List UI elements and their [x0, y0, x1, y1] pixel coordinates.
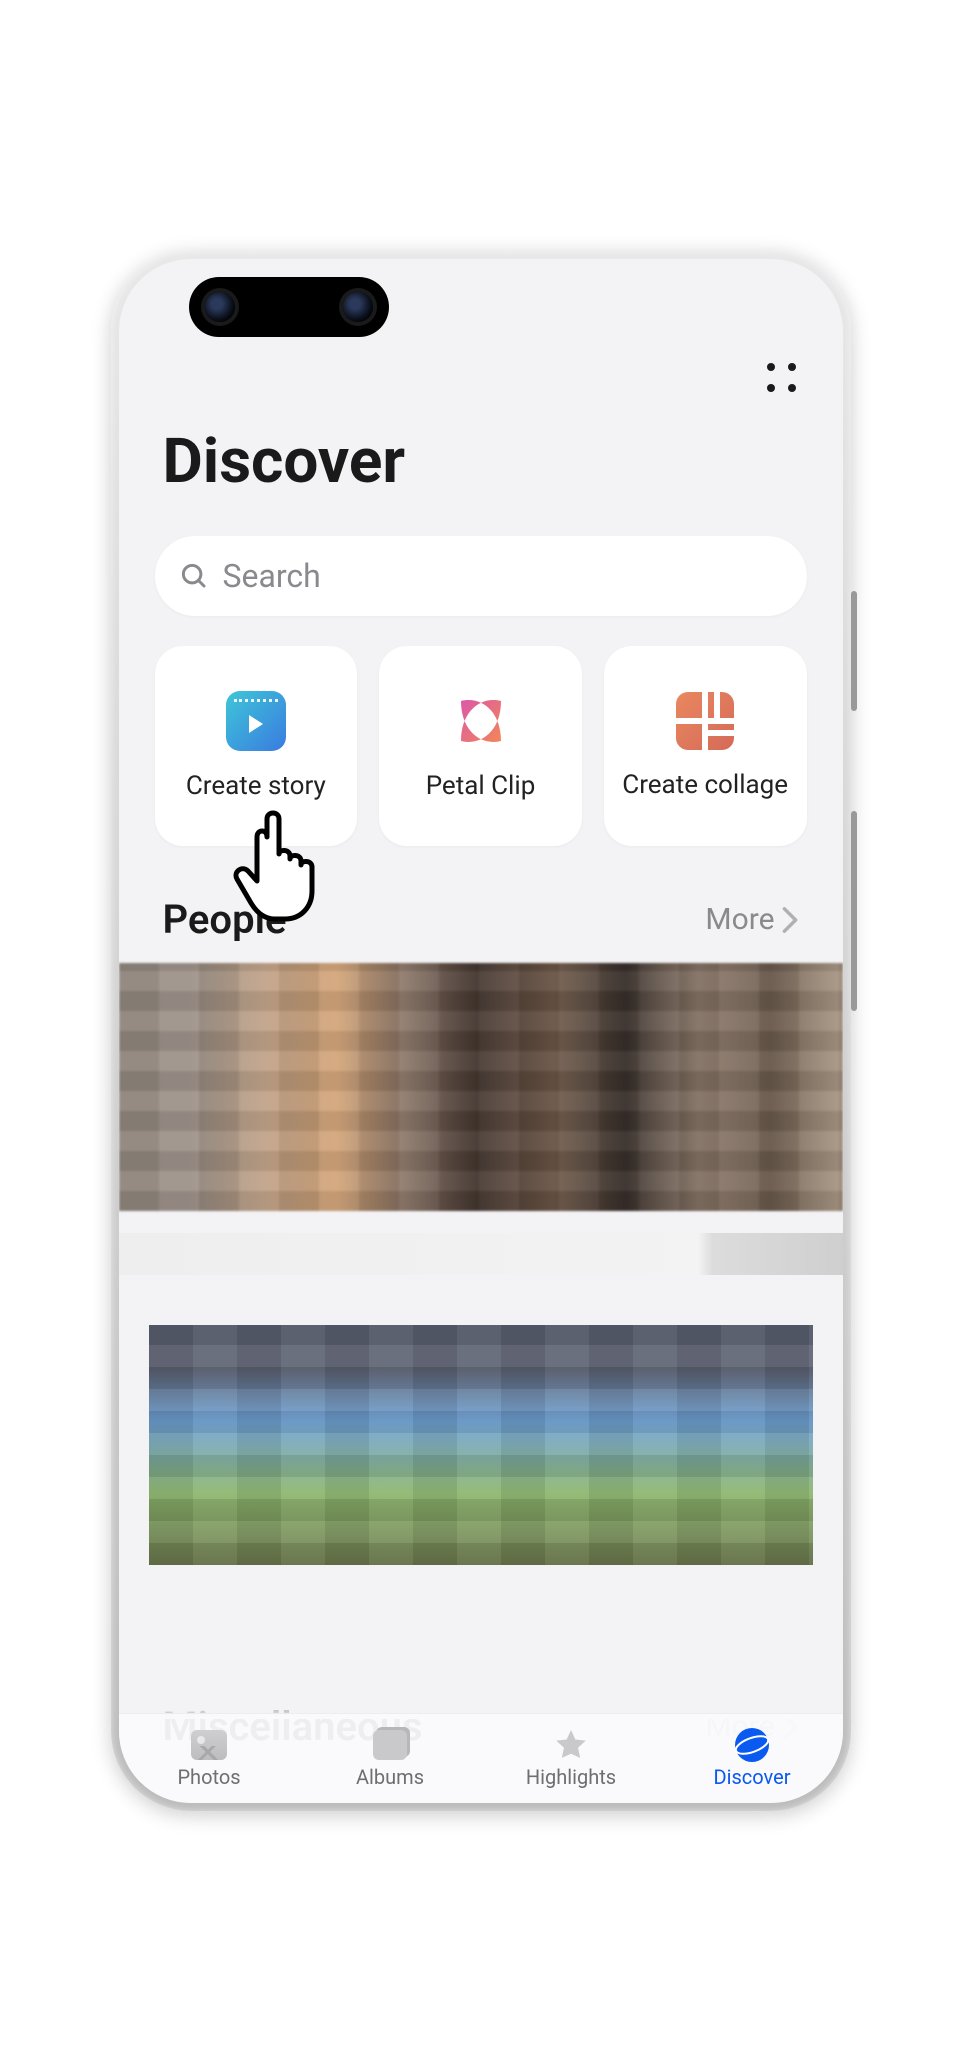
create-collage-label: Create collage: [622, 770, 788, 800]
nav-discover[interactable]: Discover: [662, 1714, 843, 1803]
content-area: Discover Search Create story: [119, 259, 843, 1803]
people-thumbnails-row[interactable]: [119, 963, 843, 1211]
discover-icon: [732, 1727, 772, 1763]
search-icon: [179, 561, 209, 591]
create-story-icon: [226, 691, 286, 751]
people-more-label: More: [705, 902, 774, 937]
front-camera-left: [205, 292, 235, 322]
search-bar[interactable]: Search: [155, 536, 807, 616]
create-story-label: Create story: [186, 771, 326, 801]
phone-frame: Discover Search Create story: [111, 251, 851, 1811]
bottom-nav: Photos Albums Highlights: [119, 1713, 843, 1803]
search-placeholder: Search: [223, 557, 321, 595]
create-story-card[interactable]: Create story: [155, 646, 358, 846]
petal-clip-icon: [451, 691, 511, 751]
nav-albums[interactable]: Albums: [300, 1714, 481, 1803]
create-collage-card[interactable]: Create collage: [604, 646, 807, 846]
front-camera-right: [343, 292, 373, 322]
people-title: People: [163, 896, 287, 943]
page-title: Discover: [119, 395, 843, 518]
nav-photos-label: Photos: [177, 1765, 240, 1789]
secondary-thumbnail-block[interactable]: [149, 1325, 813, 1565]
nav-highlights-label: Highlights: [526, 1765, 616, 1789]
nav-photos[interactable]: Photos: [119, 1714, 300, 1803]
create-collage-icon: [676, 692, 734, 750]
camera-notch: [189, 277, 389, 337]
more-options-icon[interactable]: [767, 363, 799, 395]
people-labels-row: [119, 1233, 843, 1275]
create-cards-row: Create story: [119, 616, 843, 846]
screen: Discover Search Create story: [119, 259, 843, 1803]
star-icon: [551, 1727, 591, 1763]
nav-albums-label: Albums: [356, 1765, 424, 1789]
photos-icon: [191, 1730, 227, 1760]
petal-clip-label: Petal Clip: [426, 771, 536, 801]
top-bar: [119, 349, 843, 395]
petal-clip-card[interactable]: Petal Clip: [379, 646, 582, 846]
nav-highlights[interactable]: Highlights: [481, 1714, 662, 1803]
people-section-head: People More: [119, 846, 843, 963]
albums-icon: [373, 1730, 407, 1760]
nav-discover-label: Discover: [714, 1765, 791, 1789]
chevron-right-icon: [781, 906, 799, 934]
people-more-link[interactable]: More: [705, 902, 798, 937]
